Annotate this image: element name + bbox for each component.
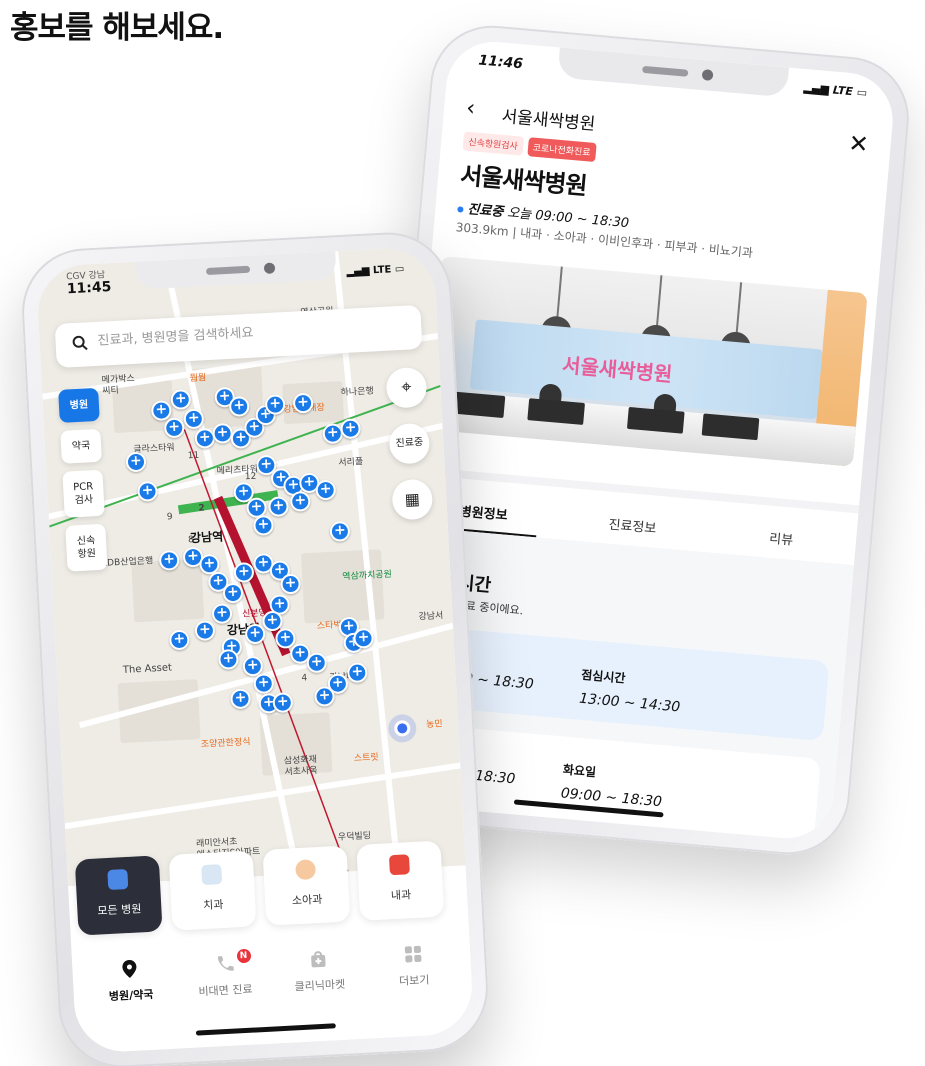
tuesday-cell: 화요일 09:00 ~ 18:30	[560, 761, 665, 811]
clinic-open-label: 진료중	[395, 436, 424, 450]
phone-icon	[217, 956, 234, 971]
status-time: 11:45	[66, 279, 112, 298]
badge-rapid-antigen: 신속항원검사	[462, 131, 524, 156]
category-label: 내과	[390, 888, 412, 903]
filter-pharmacy[interactable]: 약국	[60, 428, 102, 464]
lunch-hours: 13:00 ~ 14:30	[578, 690, 681, 716]
hospital-photo: 서울새싹병원	[426, 255, 868, 467]
calendar-icon: ▦	[404, 489, 421, 509]
map-label-gangnam-station: 강남역	[189, 529, 224, 546]
nav-label: 더보기	[398, 973, 430, 988]
tooth-icon	[201, 864, 223, 886]
station-marker-9: 9	[166, 512, 173, 523]
nav-label: 비대면 진료	[198, 982, 253, 999]
hospital-icon	[107, 868, 129, 891]
station-marker-2: 2	[198, 503, 206, 514]
station-marker-12: 12	[244, 471, 257, 483]
map-label-samsung: 삼성화재 서초사옥	[283, 754, 318, 778]
lunch-cell: 점심시간 13:00 ~ 14:30	[579, 666, 684, 716]
bottom-nav: 병원/약국 N 비대면 진료 클리닉마켓 더보기	[71, 923, 475, 1054]
crosshair-icon: ⌖	[400, 376, 413, 398]
status-label: 진료중	[466, 202, 504, 221]
back-icon[interactable]: ‹	[465, 96, 476, 122]
map-screen: 역삼공원 메가박스 씨티 뭠뭠 강남진해장 하나은행 글라스타워 메리츠타워 서…	[35, 246, 475, 1054]
filter-hospital[interactable]: 병원	[58, 387, 100, 423]
filter-pcr[interactable]: PCR 검사	[62, 469, 105, 518]
map-label-kdb: KDB산업은행	[101, 556, 154, 569]
category-dental[interactable]: 치과	[168, 850, 257, 931]
lunch-label: 점심시간	[580, 667, 626, 686]
lamp-cord	[655, 275, 663, 331]
grid-icon	[404, 945, 422, 963]
lamp-cord	[556, 266, 563, 322]
category-label: 모든 병원	[97, 902, 142, 918]
map-label-gangnam-seo: 강남서	[418, 611, 444, 623]
station-marker-11: 11	[187, 450, 200, 462]
speaker	[205, 265, 251, 276]
map-label-megabox: 메가박스 씨티	[101, 373, 136, 397]
new-badge: N	[236, 948, 251, 964]
network-label: LTE	[832, 83, 854, 99]
map-label-street: 스트릿	[353, 752, 379, 764]
map-phone-mockup: 역삼공원 메가박스 씨티 뭠뭠 강남진해장 하나은행 글라스타워 메리츠타워 서…	[18, 229, 492, 1066]
category-all-hospitals[interactable]: 모든 병원	[74, 855, 163, 936]
network-label: LTE	[372, 264, 392, 277]
filter-rapid-antigen[interactable]: 신속 항원	[65, 523, 108, 572]
station-marker-8: 8	[187, 535, 195, 546]
map-label-yeoksam-kkachi: 역삼까치공원	[342, 569, 393, 583]
category-label: 치과	[202, 898, 224, 913]
headline: 홍보를 해보세요.	[10, 10, 224, 46]
nav-hospital-pharmacy[interactable]: 병원/약국	[82, 957, 181, 1054]
search-icon	[72, 335, 88, 351]
status-dot-icon	[457, 205, 464, 213]
map-label-hana: 하나은행	[340, 386, 375, 399]
station-marker-4: 4	[301, 673, 308, 684]
badge-phone-consult: 코로나전화진료	[527, 137, 597, 162]
status-network: ▂▄▆ LTE ▭	[803, 80, 868, 100]
search-input[interactable]	[97, 320, 358, 349]
category-internal[interactable]: 내과	[356, 840, 445, 921]
map-label-woodeok: 우덕빌딩	[337, 831, 372, 843]
header-title: 서울새싹병원	[500, 106, 597, 135]
hospital-name: 서울새싹병원	[459, 161, 588, 201]
camera	[263, 262, 276, 274]
close-icon[interactable]: ✕	[847, 129, 869, 159]
shopping-bag-icon	[311, 951, 326, 968]
map-label-nongmin: 농민	[425, 719, 443, 731]
stomach-icon	[388, 854, 410, 876]
nav-label: 클리닉마켓	[294, 977, 346, 994]
baby-icon	[295, 859, 317, 881]
lamp-cord	[735, 282, 743, 338]
map-label-bbamm: 뭠뭠	[189, 373, 207, 385]
map-label-joyang: 조양관한정식	[200, 737, 251, 750]
category-pediatrics[interactable]: 소아과	[262, 845, 351, 926]
nav-more[interactable]: 더보기	[365, 942, 464, 1039]
status-time: 11:46	[477, 52, 524, 73]
map-pin-icon	[122, 960, 137, 978]
category-label: 소아과	[291, 892, 323, 908]
nav-label: 병원/약국	[108, 987, 154, 1004]
map-label-seoripul: 서리풀	[338, 457, 364, 469]
tuesday-label: 화요일	[562, 762, 597, 780]
